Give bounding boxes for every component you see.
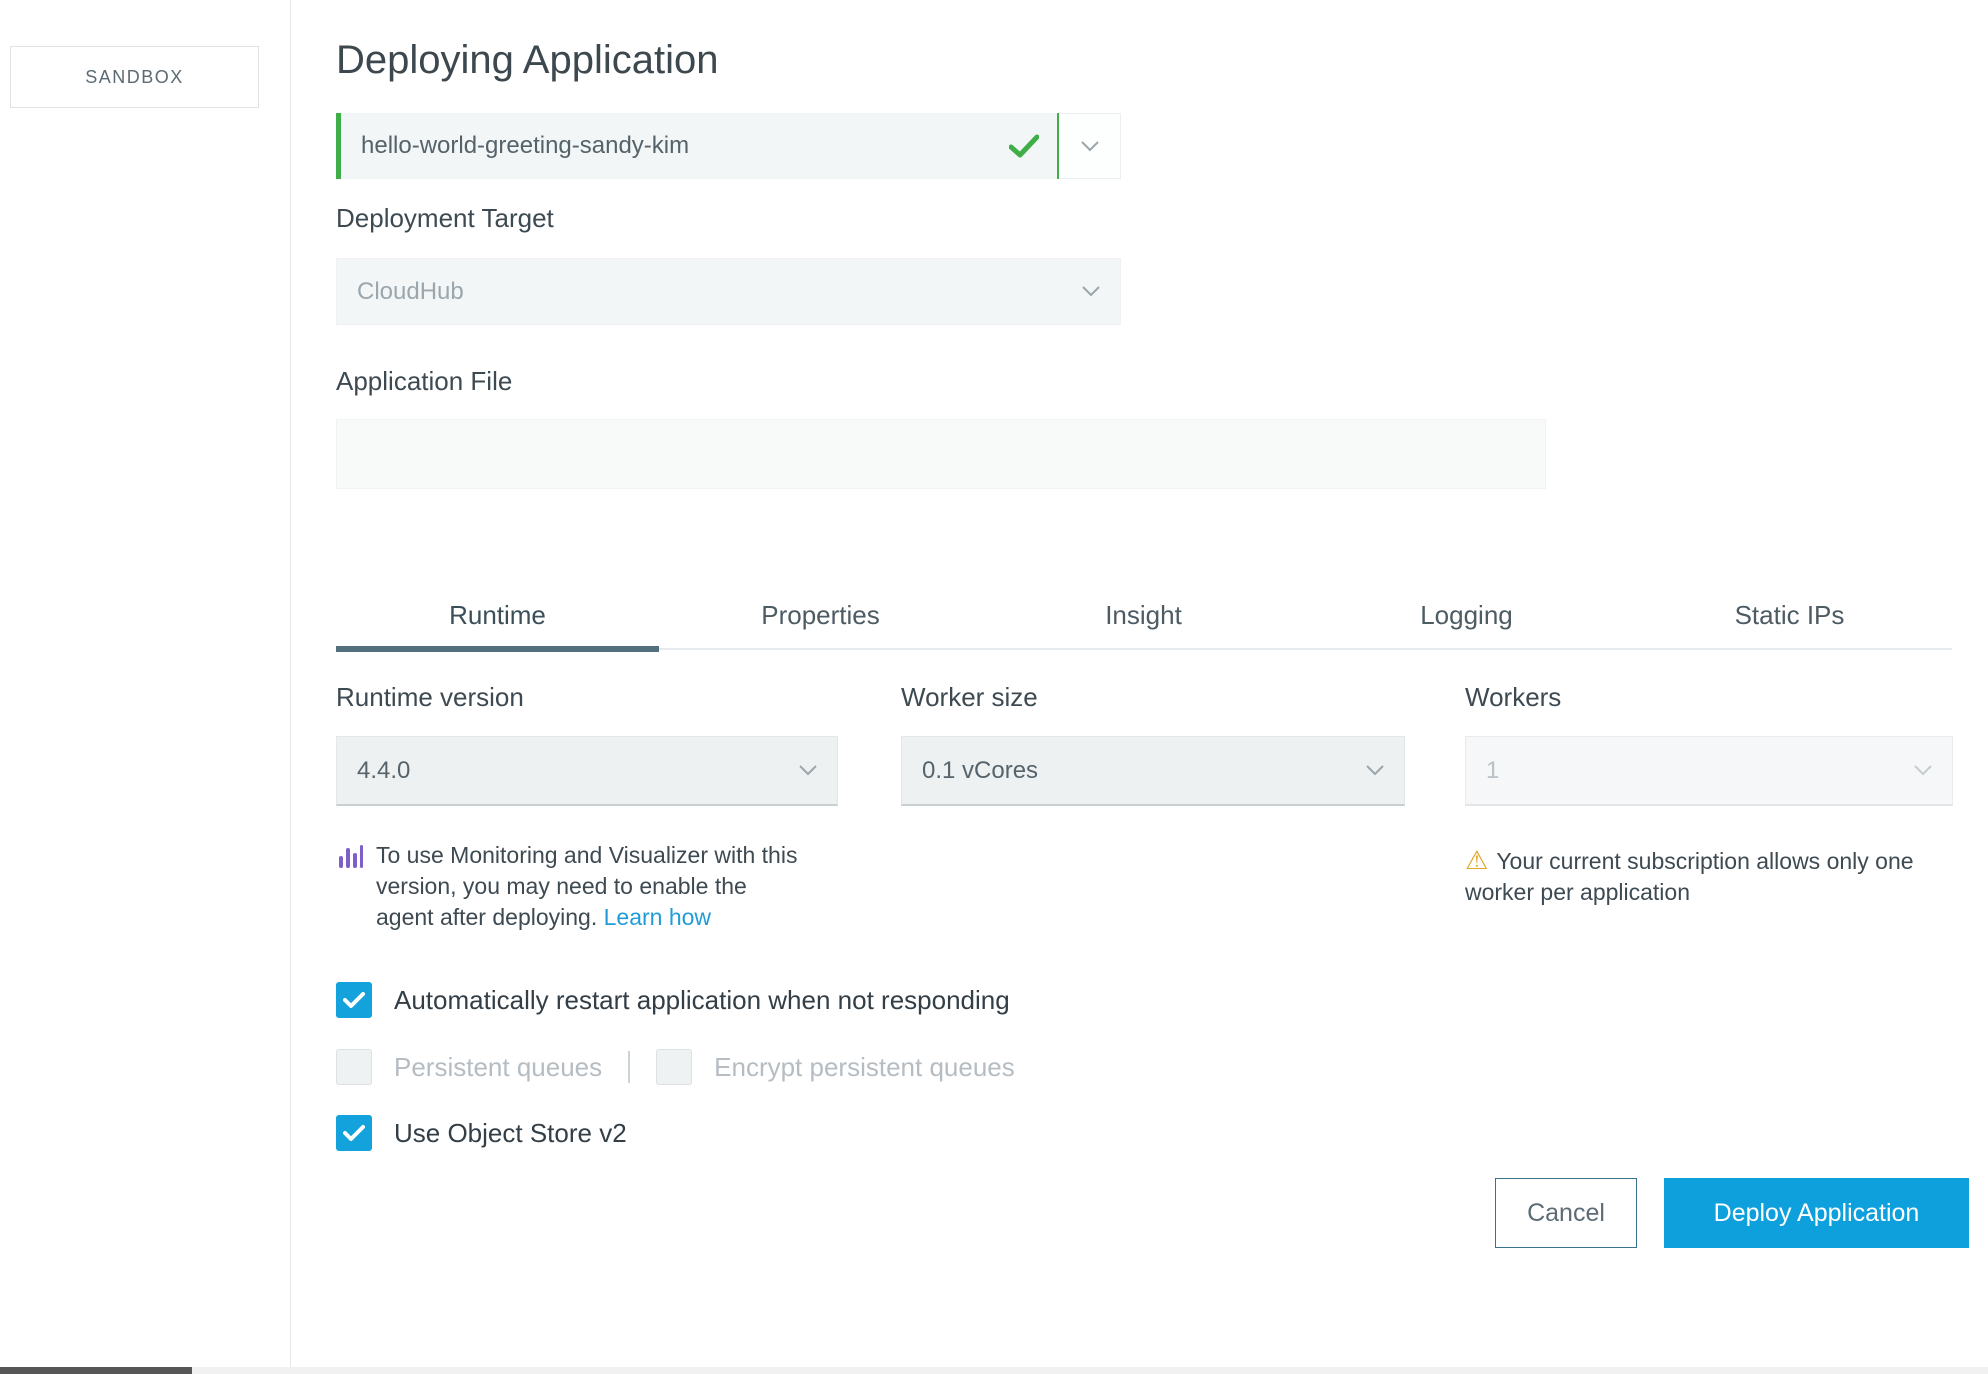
- tab-label: Static IPs: [1734, 600, 1845, 630]
- tab-static-ips[interactable]: Static IPs: [1628, 588, 1951, 648]
- learn-how-link[interactable]: Learn how: [604, 904, 711, 930]
- horizontal-scrollbar-thumb[interactable]: [0, 1367, 192, 1374]
- worker-size-label: Worker size: [901, 682, 1038, 712]
- application-file-label: Application File: [336, 366, 513, 396]
- persistent-queues-checkbox: [336, 1049, 372, 1085]
- tab-properties[interactable]: Properties: [659, 588, 982, 648]
- environment-selector[interactable]: SANDBOX: [10, 46, 259, 108]
- worker-size-select[interactable]: 0.1 vCores: [901, 736, 1405, 806]
- worker-size-value: 0.1 vCores: [922, 756, 1039, 784]
- workers-warning-text: Your current subscription allows only on…: [1465, 848, 1914, 905]
- auto-restart-row: Automatically restart application when n…: [336, 982, 1010, 1018]
- warning-triangle-icon: ⚠: [1465, 845, 1489, 875]
- tab-label: Logging: [1420, 600, 1513, 630]
- encrypt-queues-group: Encrypt persistent queues: [656, 1049, 1015, 1085]
- check-icon: [343, 992, 365, 1008]
- cancel-button[interactable]: Cancel: [1495, 1178, 1637, 1248]
- object-store-row: Use Object Store v2: [336, 1115, 627, 1151]
- tab-logging[interactable]: Logging: [1305, 588, 1628, 648]
- monitoring-bars-icon: [338, 843, 364, 933]
- application-name-dropdown-button[interactable]: [1059, 113, 1121, 179]
- chevron-down-icon: [1914, 765, 1932, 776]
- sidebar: SANDBOX: [0, 0, 291, 1374]
- monitoring-note: To use Monitoring and Visualizer with th…: [338, 840, 858, 933]
- chevron-down-icon: [1080, 140, 1099, 152]
- workers-label: Workers: [1465, 682, 1562, 712]
- application-name-combo[interactable]: hello-world-greeting-sandy-kim: [336, 113, 1121, 179]
- chevron-down-icon: [1082, 286, 1100, 297]
- persistent-queues-row: Persistent queues Encrypt persistent que…: [336, 1049, 1015, 1085]
- monitoring-note-body: To use Monitoring and Visualizer with th…: [376, 842, 798, 930]
- tab-label: Insight: [1105, 600, 1182, 630]
- deployment-target-label: Deployment Target: [336, 203, 554, 233]
- check-icon: [343, 1125, 365, 1141]
- chevron-down-icon: [799, 765, 817, 776]
- tab-label: Properties: [761, 600, 880, 630]
- settings-tabs: Runtime Properties Insight Logging Stati…: [336, 588, 1952, 652]
- tab-label: Runtime: [449, 600, 546, 630]
- monitoring-note-text: To use Monitoring and Visualizer with th…: [376, 840, 797, 933]
- chevron-down-icon: [1366, 765, 1384, 776]
- page-title: Deploying Application: [336, 38, 719, 82]
- persistent-queues-label: Persistent queues: [394, 1051, 603, 1082]
- deploy-application-button[interactable]: Deploy Application: [1664, 1178, 1969, 1248]
- workers-value: 1: [1486, 756, 1500, 784]
- environment-label: SANDBOX: [85, 66, 184, 87]
- deploy-application-panel: Deploying Application hello-world-greeti…: [292, 0, 1988, 1374]
- valid-check-icon: [1009, 134, 1039, 158]
- object-store-checkbox[interactable]: [336, 1115, 372, 1151]
- persistent-queues-group: Persistent queues: [336, 1049, 602, 1085]
- horizontal-scrollbar-track[interactable]: [0, 1367, 1988, 1374]
- auto-restart-label: Automatically restart application when n…: [394, 984, 1010, 1015]
- workers-select: 1: [1465, 736, 1953, 806]
- encrypt-queues-label: Encrypt persistent queues: [714, 1051, 1015, 1082]
- application-name-field[interactable]: hello-world-greeting-sandy-kim: [336, 113, 1059, 179]
- application-name-value: hello-world-greeting-sandy-kim: [361, 132, 690, 159]
- tab-insight[interactable]: Insight: [982, 588, 1305, 648]
- workers-warning: ⚠ Your current subscription allows only o…: [1465, 845, 1985, 908]
- deployment-target-select: CloudHub: [336, 258, 1121, 325]
- checkbox-divider: [628, 1051, 631, 1083]
- auto-restart-checkbox[interactable]: [336, 982, 372, 1018]
- encrypt-queues-checkbox: [656, 1049, 693, 1085]
- runtime-version-value: 4.4.0: [357, 756, 411, 784]
- active-tab-underline: [336, 646, 659, 652]
- deployment-target-value: CloudHub: [357, 277, 464, 305]
- runtime-version-select[interactable]: 4.4.0: [336, 736, 838, 806]
- application-file-input[interactable]: [336, 419, 1546, 489]
- tab-runtime[interactable]: Runtime: [336, 588, 659, 652]
- object-store-label: Use Object Store v2: [394, 1117, 627, 1148]
- runtime-version-label: Runtime version: [336, 682, 524, 712]
